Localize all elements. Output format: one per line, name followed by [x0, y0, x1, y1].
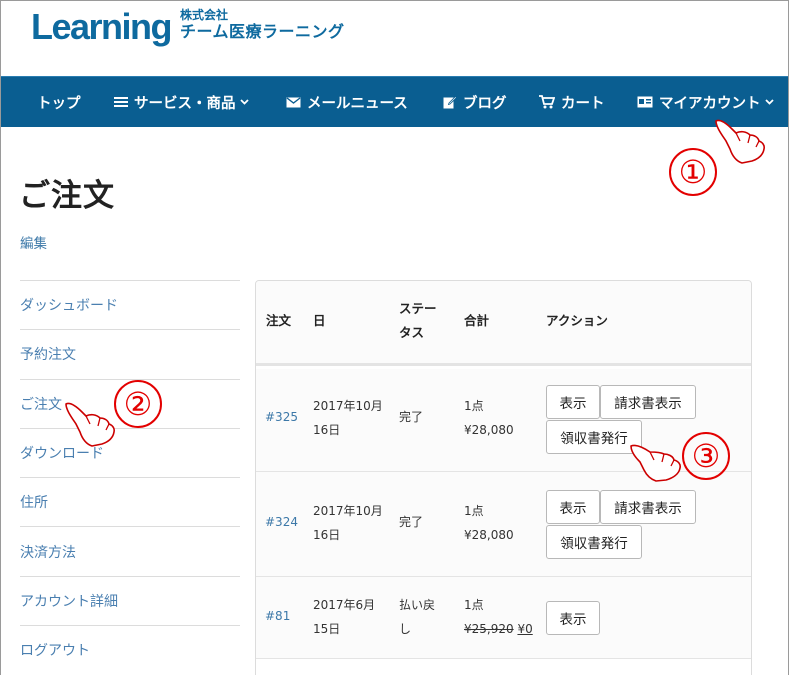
header-status: ステー タス — [399, 297, 437, 345]
chevron-down-icon — [764, 99, 774, 105]
order-price: ¥28,080 — [464, 528, 514, 542]
order-number-link[interactable]: #324 — [265, 510, 298, 534]
nav-item-label: メールニュース — [307, 95, 408, 112]
nav-item-label: ブログ — [463, 95, 507, 112]
envelope-icon — [286, 96, 301, 107]
table-header: 注文 日 ステー タス 合計 アクション — [256, 281, 751, 366]
order-date-line1: 2017年10月 — [313, 504, 383, 518]
order-date-line2: 16日 — [313, 423, 341, 437]
nav-item-label: トップ — [37, 95, 81, 112]
account-sidebar: ダッシュボード 予約注文 ご注文 ダウンロード 住所 決済方法 アカウント詳細 … — [20, 280, 240, 674]
order-total: 1点 ¥25,920 ¥0 — [464, 593, 533, 641]
header-order: 注文 — [266, 313, 292, 328]
menu-icon — [114, 97, 128, 107]
order-qty: 1点 — [464, 504, 484, 518]
site-logo[interactable]: Learning 株式会社 チーム医療ラーニング — [31, 8, 345, 46]
annotation-number-2: ② — [114, 380, 162, 428]
header-total: 合計 — [464, 313, 490, 328]
order-price: ¥28,080 — [464, 423, 514, 437]
nav-item-label: カート — [561, 95, 605, 112]
logo-company-line1: 株式会社 — [180, 8, 229, 22]
nav-item-cart[interactable]: カート — [539, 77, 605, 127]
order-date-line1: 2017年6月 — [313, 598, 376, 612]
edit-link[interactable]: 編集 — [20, 232, 47, 252]
pointing-hand-icon — [65, 402, 115, 447]
order-status-line1: 払い戻 — [399, 598, 436, 612]
id-card-icon — [637, 96, 653, 108]
sidebar-item-preorders[interactable]: 予約注文 — [20, 329, 240, 378]
nav-item-top[interactable]: トップ — [37, 77, 81, 127]
view-button[interactable]: 表示 — [546, 385, 600, 419]
view-button[interactable]: 表示 — [546, 601, 600, 635]
order-status: 完了 — [399, 410, 424, 424]
header-action: アクション — [546, 313, 608, 328]
order-status: 完了 — [399, 515, 424, 529]
cart-icon — [539, 95, 555, 109]
invoice-button[interactable]: 請求書表示 — [600, 490, 696, 524]
order-date: 2017年10月 16日 — [313, 499, 383, 547]
invoice-button[interactable]: 請求書表示 — [600, 385, 696, 419]
nav-item-services[interactable]: サービス・商品 — [114, 77, 249, 127]
header-date: 日 — [313, 313, 326, 328]
nav-item-blog[interactable]: ブログ — [443, 77, 507, 127]
logo-company: 株式会社 チーム医療ラーニング — [180, 8, 345, 42]
pointing-hand-icon — [630, 444, 681, 482]
edit-icon — [443, 95, 457, 109]
sidebar-item-logout[interactable]: ログアウト — [20, 625, 240, 674]
receipt-button[interactable]: 領収書発行 — [546, 525, 642, 559]
order-number-link[interactable]: #325 — [265, 405, 298, 429]
sidebar-item-dashboard[interactable]: ダッシュボード — [20, 280, 240, 329]
main-nav: トップ サービス・商品 メールニュース ブログ カート マイアカウント — [1, 76, 788, 127]
order-qty: 1点 — [464, 399, 484, 413]
sidebar-item-addresses[interactable]: 住所 — [20, 477, 240, 526]
order-total: 1点 ¥28,080 — [464, 499, 514, 547]
table-row: #81 2017年6月 15日 払い戻 し 1点 ¥25,920 ¥0 表示 — [256, 577, 751, 659]
order-date: 2017年10月 16日 — [313, 394, 383, 442]
order-status: 払い戻 し — [399, 593, 435, 641]
annotation-number-3: ③ — [682, 432, 730, 480]
page-title: ご注文 — [19, 178, 115, 214]
order-date-line1: 2017年10月 — [313, 399, 383, 413]
header-status-line1: ステー — [399, 301, 437, 316]
pointing-hand-icon — [715, 119, 765, 164]
view-button[interactable]: 表示 — [546, 490, 600, 524]
sidebar-item-account-details[interactable]: アカウント詳細 — [20, 575, 240, 625]
new-price: ¥0 — [517, 622, 533, 636]
annotation-number-1: ① — [669, 148, 717, 196]
logo-company-line2: チーム医療ラーニング — [180, 22, 345, 41]
nav-item-mail-news[interactable]: メールニュース — [286, 77, 408, 127]
table-row: #324 2017年10月 16日 完了 1点 ¥28,080 表示 請求書表示… — [256, 472, 751, 577]
order-number-link[interactable]: #81 — [265, 604, 290, 628]
sidebar-item-downloads[interactable]: ダウンロード — [20, 427, 240, 477]
sidebar-item-payment-methods[interactable]: 決済方法 — [20, 526, 240, 575]
old-price: ¥25,920 — [464, 622, 514, 636]
order-date-line2: 16日 — [313, 528, 341, 542]
chevron-down-icon — [239, 99, 249, 105]
order-qty: 1点 — [464, 598, 484, 612]
order-price-refunded: ¥25,920 ¥0 — [464, 617, 533, 641]
order-total: 1点 ¥28,080 — [464, 394, 514, 442]
logo-wordmark: Learning — [31, 6, 173, 47]
order-status-line2: し — [399, 622, 412, 636]
nav-item-label: サービス・商品 — [134, 95, 236, 112]
header-status-line2: タス — [399, 325, 425, 340]
order-date: 2017年6月 15日 — [313, 593, 375, 641]
order-date-line2: 15日 — [313, 622, 341, 636]
nav-item-label: マイアカウント — [659, 95, 761, 112]
